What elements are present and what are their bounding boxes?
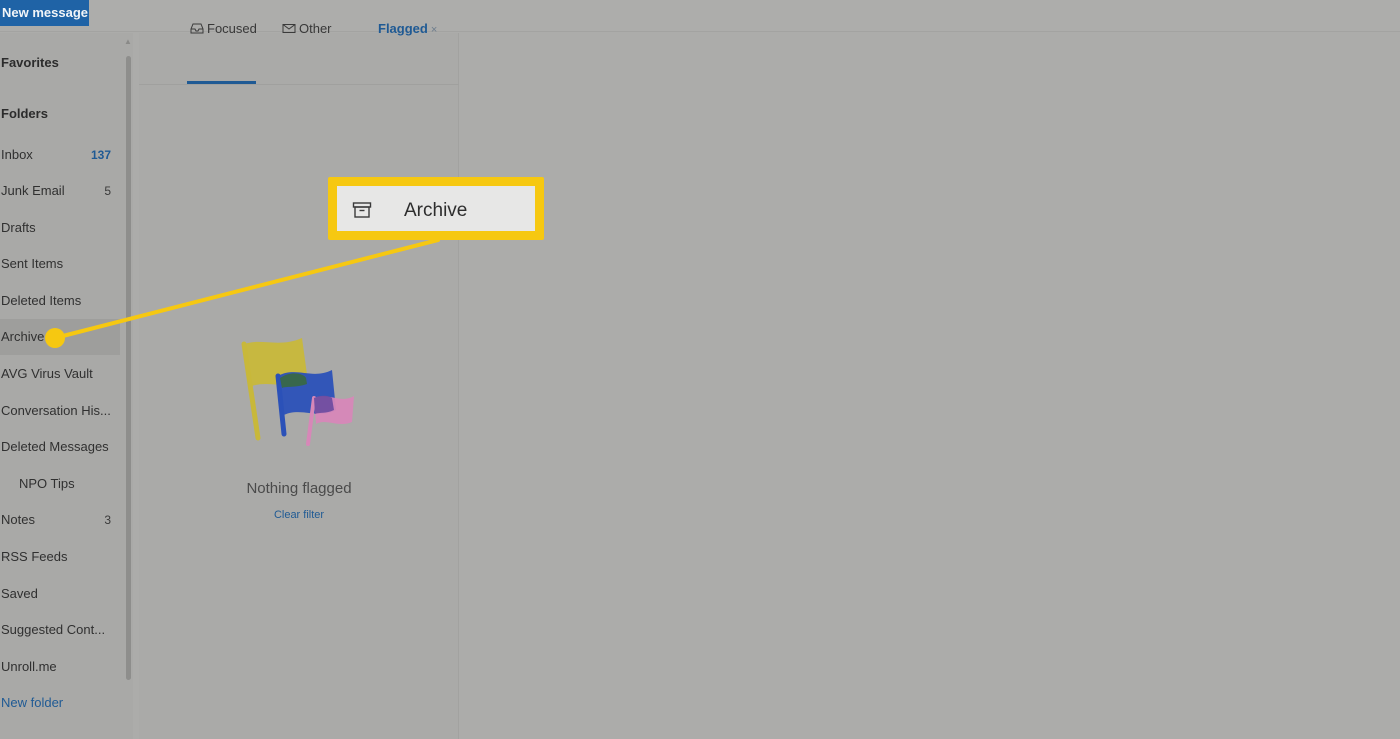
sidebar-item-notes[interactable]: Notes 3 [0,502,120,538]
tab-other[interactable]: Other [282,20,332,40]
sidebar-item-deleted-items[interactable]: Deleted Items [0,283,120,319]
sidebar-item-rss-feeds[interactable]: RSS Feeds [0,539,120,575]
unread-count: 5 [104,184,111,198]
message-list-tabs [139,33,459,85]
sidebar-item-npo-tips[interactable]: NPO Tips [0,466,120,502]
archive-box-icon [352,202,372,218]
tab-flagged-label: Flagged [378,21,428,36]
folder-label: Saved [1,586,38,601]
new-message-button[interactable]: New message [0,0,89,26]
sidebar-item-unroll-me[interactable]: Unroll.me [0,649,120,685]
folder-label: Conversation His... [1,403,111,418]
tab-other-label: Other [299,21,332,36]
envelope-icon [282,24,296,33]
archive-callout-label: Archive [404,200,468,221]
sidebar-item-conversation-history[interactable]: Conversation His... [0,393,120,429]
new-folder-label: New folder [1,695,64,710]
clear-filter-close-icon[interactable]: × [431,24,437,36]
new-folder-link[interactable]: New folder [0,685,120,721]
unread-count: 137 [90,148,111,162]
folder-label: Notes [1,512,35,527]
folder-label: Sent Items [1,256,64,271]
unread-count: 3 [104,513,111,527]
sidebar-item-drafts[interactable]: Drafts [0,210,120,246]
sidebar-item-sent-items[interactable]: Sent Items [0,246,120,282]
folder-label: RSS Feeds [1,549,68,564]
sidebar-item-inbox[interactable]: Inbox 137 [0,137,120,173]
sidebar-item-suggested-contacts[interactable]: Suggested Cont... [0,612,120,648]
folder-label: Deleted Items [1,293,82,308]
scroll-up-icon[interactable]: ▲ [124,38,132,46]
tab-focused[interactable]: Focused [190,20,257,40]
folders-header[interactable]: Folders [1,106,48,121]
folder-label: Suggested Cont... [1,622,106,637]
folder-label: AVG Virus Vault [1,366,93,381]
favorites-header[interactable]: Favorites [1,55,59,70]
sidebar-item-archive[interactable]: Archive [0,319,120,355]
folder-label: Archive [1,329,45,344]
sidebar-scrollbar[interactable] [126,56,131,680]
reading-pane [460,33,1400,739]
sidebar-item-junk-email[interactable]: Junk Email 5 [0,173,120,209]
folder-label: Junk Email [1,183,65,198]
flags-illustration [241,338,354,446]
empty-state-message: Nothing flagged [246,480,352,497]
sidebar-item-avg-virus-vault[interactable]: AVG Virus Vault [0,356,120,392]
inbox-tray-icon [190,23,204,34]
active-tab-indicator [187,81,256,84]
folder-label: NPO Tips [19,476,75,491]
folder-label: Drafts [1,220,36,235]
sidebar-item-deleted-messages[interactable]: Deleted Messages [0,429,120,465]
folder-label: Deleted Messages [1,439,109,454]
clear-filter-link[interactable]: Clear filter [139,509,459,521]
sidebar-item-saved[interactable]: Saved [0,576,120,612]
tab-focused-label: Focused [207,21,257,36]
tab-flagged-filter[interactable]: Flagged × [378,20,437,40]
folder-label: Unroll.me [1,659,57,674]
folder-label: Inbox [1,147,33,162]
